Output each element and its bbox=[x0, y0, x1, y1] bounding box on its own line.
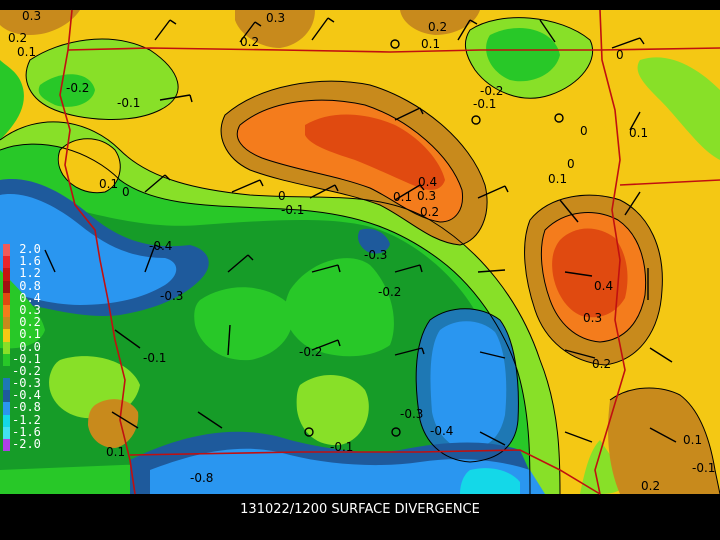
contour-label: 0 bbox=[580, 124, 588, 138]
contour-label: 0.3 bbox=[417, 189, 436, 203]
contour-label: -0.4 bbox=[430, 424, 453, 438]
legend-swatch bbox=[3, 317, 10, 330]
contour-label: 0.1 bbox=[629, 126, 648, 140]
contour-label: 0.1 bbox=[421, 37, 440, 51]
color-legend: 2.0 1.6 1.2 0.8 0.4 0.3 0.2 0.1 0.0 -0.1-… bbox=[0, 242, 48, 452]
legend-swatch bbox=[3, 414, 10, 427]
contour-label: -0.3 bbox=[364, 248, 387, 262]
legend-swatch bbox=[3, 329, 10, 342]
divergence-map: 0.30.20.10.30.20.20.10-0.2-0.1-0.2-0.10 0… bbox=[0, 9, 720, 495]
contour-label: 0.1 bbox=[393, 190, 412, 204]
contour-label: -0.4 bbox=[149, 239, 172, 253]
contour-label: 0.2 bbox=[592, 357, 611, 371]
contour-label: 0.2 bbox=[420, 205, 439, 219]
legend-swatch bbox=[3, 390, 10, 403]
contour-label: -0.1 bbox=[117, 96, 140, 110]
contour-label: -0.2 bbox=[66, 81, 89, 95]
contour-label: 0 bbox=[278, 189, 286, 203]
map-caption: 131022/1200 SURFACE DIVERGENCE bbox=[240, 502, 480, 517]
contour-label: 0.2 bbox=[428, 20, 447, 34]
legend-swatch bbox=[3, 378, 10, 391]
contour-label: 0.1 bbox=[106, 445, 125, 459]
contour-label: 0.3 bbox=[22, 9, 41, 23]
contour-label: 0 bbox=[122, 185, 130, 199]
contour-label: 0 bbox=[567, 157, 575, 171]
contour-label: -0.8 bbox=[190, 471, 213, 485]
contour-label: 0.3 bbox=[583, 311, 602, 325]
contour-label: -0.1 bbox=[473, 97, 496, 111]
legend-swatch bbox=[3, 244, 10, 257]
contour-label: -0.2 bbox=[378, 285, 401, 299]
contour-label: 0.1 bbox=[99, 177, 118, 191]
contour-label: 0.1 bbox=[683, 433, 702, 447]
legend-swatch bbox=[3, 341, 10, 354]
contour-label: -0.3 bbox=[400, 407, 423, 421]
legend-label: -2.0 bbox=[12, 437, 41, 451]
contour-label: 0 bbox=[616, 48, 624, 62]
contour-label: 0.1 bbox=[17, 45, 36, 59]
contour-label: -0.2 bbox=[480, 84, 503, 98]
legend-swatch bbox=[3, 402, 10, 415]
contour-label: 0.3 bbox=[266, 11, 285, 25]
legend-swatch bbox=[3, 439, 10, 452]
contour-label: -0.2 bbox=[299, 345, 322, 359]
contour-label: 0.2 bbox=[240, 35, 259, 49]
contour-label: 0.4 bbox=[418, 175, 437, 189]
legend-swatch bbox=[3, 268, 10, 281]
legend-swatch bbox=[3, 256, 10, 269]
contour-label: -0.1 bbox=[692, 461, 715, 475]
legend-swatch bbox=[3, 292, 10, 305]
contour-label: 0.1 bbox=[548, 172, 567, 186]
legend-entry: -2.0 bbox=[0, 437, 48, 452]
legend-swatch bbox=[3, 304, 10, 318]
legend-swatch bbox=[3, 365, 10, 379]
contour-label: 0.2 bbox=[8, 31, 27, 45]
legend-swatch bbox=[3, 280, 10, 293]
contour-label: 0.4 bbox=[594, 279, 613, 293]
legend-swatch bbox=[3, 426, 10, 439]
contour-label: -0.3 bbox=[160, 289, 183, 303]
legend-swatch bbox=[3, 353, 10, 366]
contour-label: -0.1 bbox=[143, 351, 166, 365]
contour-label: -0.1 bbox=[281, 203, 304, 217]
contour-label: 0.2 bbox=[641, 479, 660, 493]
contour-label: -0.1 bbox=[330, 440, 353, 454]
